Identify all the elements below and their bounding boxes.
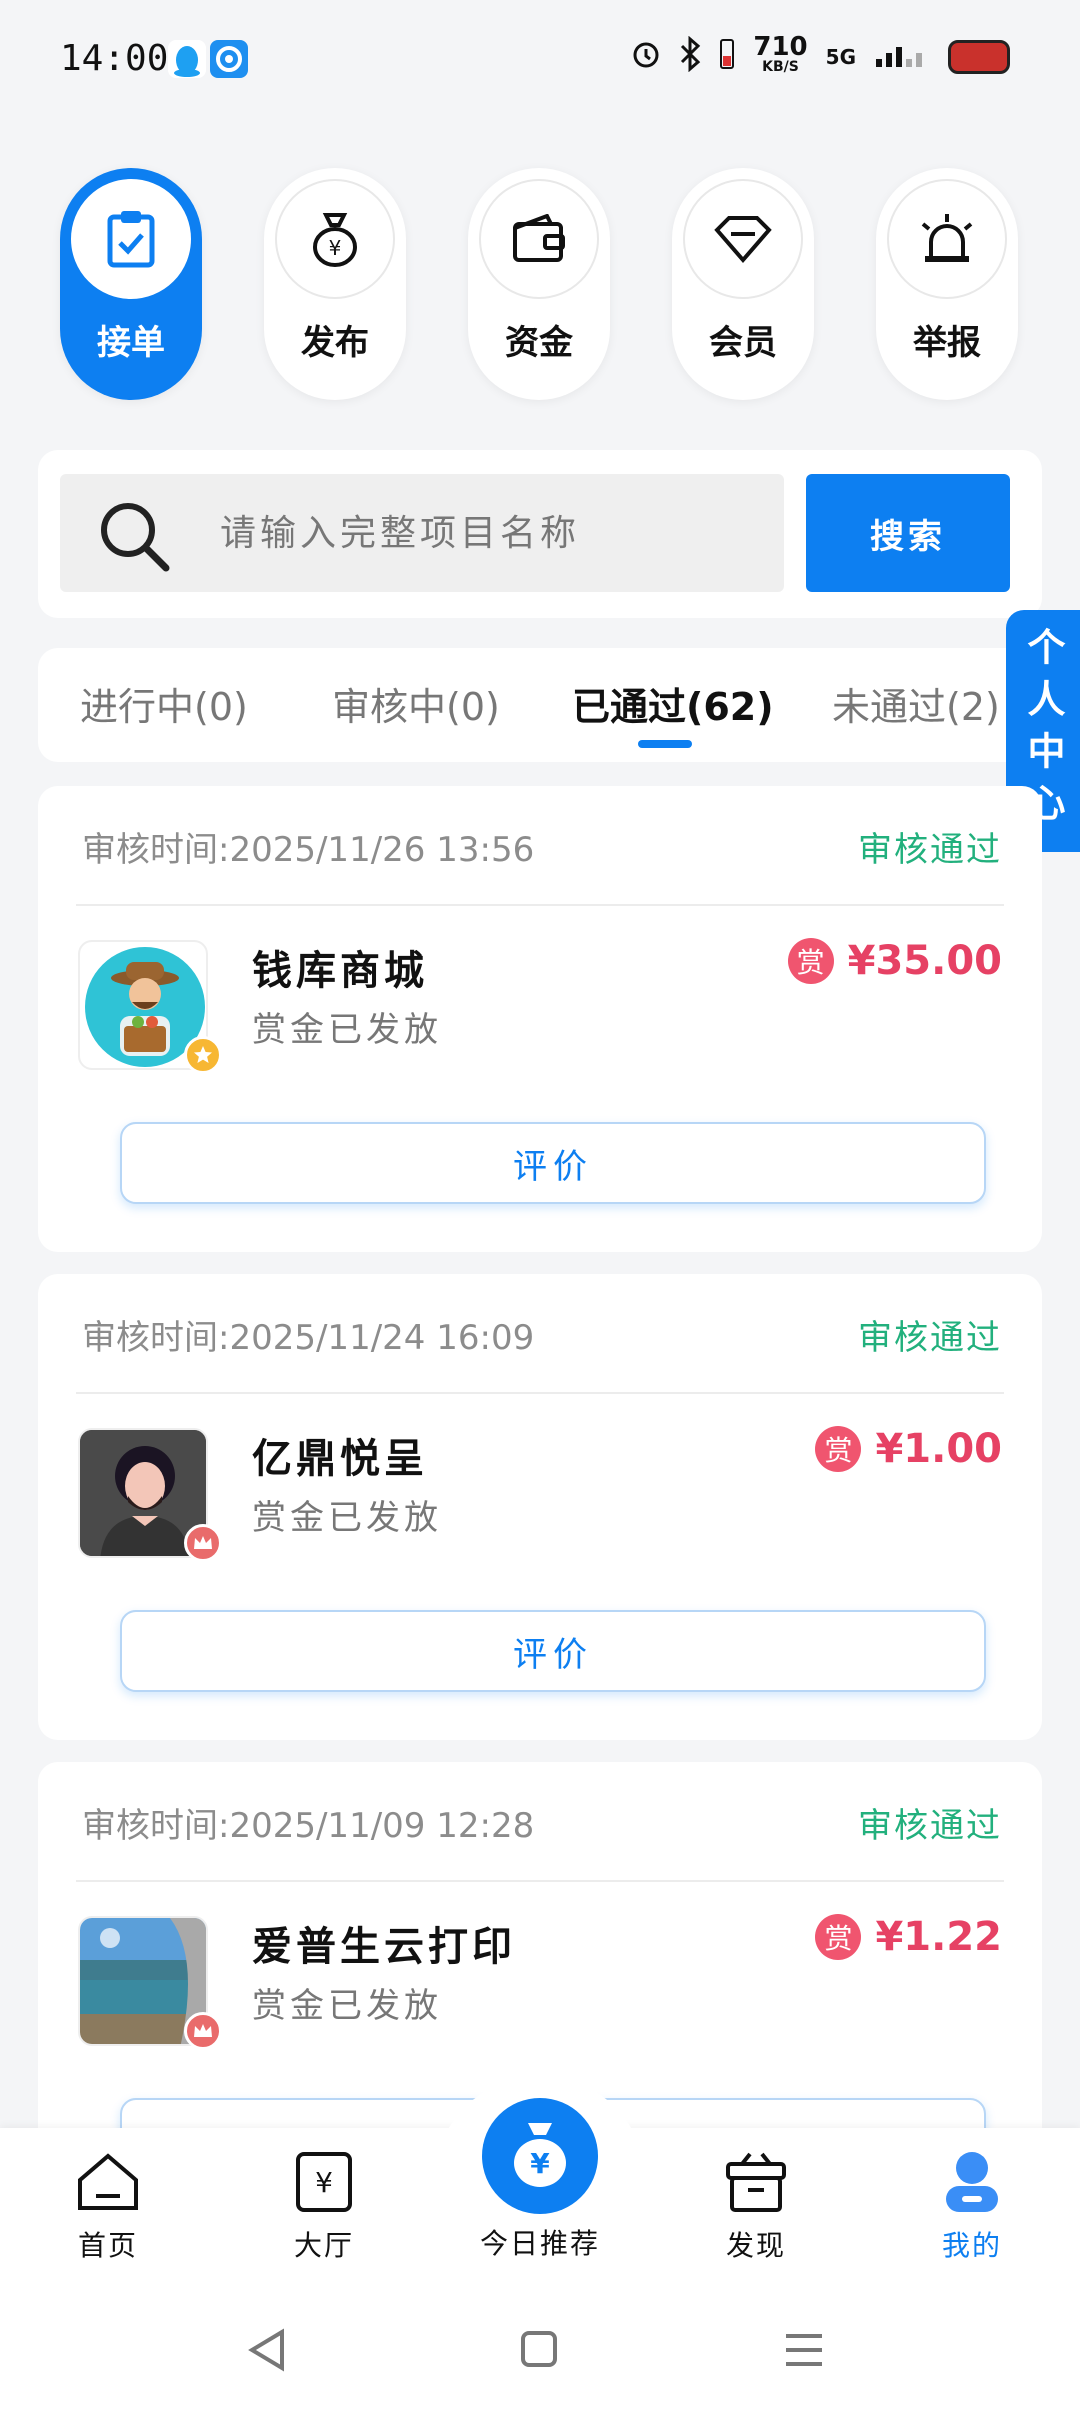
category-label: 会员	[709, 323, 777, 363]
today-recommend-button[interactable]: ¥	[482, 2098, 598, 2214]
money-bag-icon: ¥	[508, 2119, 572, 2193]
category-label: 发布	[301, 323, 369, 363]
reward: 赏 ¥1.00	[815, 1426, 1002, 1472]
battery-icon	[948, 40, 1010, 74]
home-square-icon[interactable]	[520, 2330, 558, 2372]
tab-approved[interactable]: 已通过(62)	[572, 676, 774, 731]
order-card: 审核时间:2025/11/26 13:56 审核通过 钱库商城 赏金已发放 赏 …	[38, 786, 1042, 1252]
project-title: 亿鼎悦呈	[252, 1436, 428, 1482]
user-icon	[940, 2152, 1004, 2218]
project-title: 爱普生云打印	[252, 1924, 516, 1970]
network-type: 5G	[825, 45, 856, 69]
divider	[76, 904, 1004, 906]
reward-badge: 赏	[815, 1426, 862, 1472]
net-speed: 710 KB/S	[753, 32, 808, 75]
sim-icon	[719, 36, 735, 78]
system-nav-bar	[0, 2282, 1080, 2412]
wallet-icon	[479, 179, 599, 299]
category-take-order[interactable]: 接单	[60, 168, 202, 400]
today-recommend-label: 今日推荐	[479, 2227, 600, 2260]
order-card: 审核时间:2025/11/24 16:09 审核通过 亿鼎悦呈 赏金已发放 赏 …	[38, 1274, 1042, 1740]
review-status: 审核通过	[858, 1318, 1002, 1358]
menu-icon[interactable]	[784, 2332, 824, 2372]
svg-text:¥: ¥	[329, 236, 342, 260]
reward-badge: 赏	[787, 938, 834, 984]
tab-reviewing[interactable]: 审核中(0)	[332, 676, 500, 731]
clipboard-check-icon	[71, 179, 191, 299]
browser-app-icon	[210, 40, 248, 78]
search-input[interactable]	[220, 504, 760, 562]
project-title: 钱库商城	[252, 948, 428, 994]
payout-status: 赏金已发放	[252, 1498, 442, 1538]
category-publish[interactable]: ¥ 发布	[264, 168, 406, 400]
crown-badge-icon	[184, 1524, 222, 1562]
alarm-light-icon	[887, 179, 1007, 299]
qq-app-icon	[168, 40, 206, 78]
tab-underline	[638, 740, 692, 748]
evaluate-button[interactable]: 评价	[120, 1610, 986, 1692]
status-icons: 710 KB/S 5G	[631, 32, 1010, 78]
diamond-icon	[683, 179, 803, 299]
category-funds[interactable]: 资金	[468, 168, 610, 400]
category-nav: 接单 ¥ 发布 资金 会员 举报	[60, 168, 1018, 402]
divider	[76, 1392, 1004, 1394]
nav-discover-label: 发现	[725, 2229, 786, 2262]
svg-text:¥: ¥	[530, 2147, 550, 2180]
bluetooth-icon	[679, 35, 701, 78]
status-time: 14:00	[60, 38, 169, 79]
nav-hall[interactable]: ¥ 大厅	[244, 2150, 404, 2264]
category-report[interactable]: 举报	[876, 168, 1018, 400]
nav-home-label: 首页	[77, 2229, 138, 2262]
money-bag-icon: ¥	[275, 179, 395, 299]
search-card: 搜索	[38, 450, 1042, 618]
tab-rejected[interactable]: 未通过(2)	[832, 676, 1000, 731]
back-icon[interactable]	[246, 2328, 286, 2376]
reward-amount: ¥1.00	[875, 1426, 1002, 1472]
nav-hall-label: 大厅	[293, 2229, 354, 2262]
reward: 赏 ¥35.00	[787, 938, 1002, 984]
category-label: 举报	[913, 323, 981, 363]
nav-discover[interactable]: 发现	[676, 2150, 836, 2264]
reward-badge: 赏	[815, 1914, 862, 1960]
nav-home[interactable]: 首页	[28, 2150, 188, 2264]
search-icon	[98, 500, 172, 578]
category-label: 资金	[505, 323, 573, 363]
payout-status: 赏金已发放	[252, 1010, 442, 1050]
divider	[76, 1880, 1004, 1882]
review-status: 审核通过	[858, 1806, 1002, 1846]
crown-badge-icon	[184, 2012, 222, 2050]
reward-amount: ¥35.00	[847, 938, 1002, 984]
search-button[interactable]: 搜索	[806, 474, 1010, 592]
nav-mine[interactable]: 我的	[892, 2150, 1052, 2264]
hall-icon: ¥	[292, 2152, 356, 2218]
review-status: 审核通过	[858, 830, 1002, 870]
review-time: 审核时间:2025/11/09 12:28	[82, 1806, 535, 1846]
svg-text:¥: ¥	[315, 2166, 333, 2199]
tab-in-progress[interactable]: 进行中(0)	[80, 676, 248, 731]
review-time: 审核时间:2025/11/26 13:56	[82, 830, 535, 870]
payout-status: 赏金已发放	[252, 1986, 442, 2026]
home-icon	[76, 2153, 140, 2218]
signal-icon	[874, 39, 930, 75]
search-box	[60, 474, 784, 592]
category-label: 接单	[97, 323, 165, 363]
category-member[interactable]: 会员	[672, 168, 814, 400]
status-tabs: 进行中(0) 审核中(0) 已通过(62) 未通过(2)	[38, 648, 1042, 762]
gift-box-icon	[722, 2152, 790, 2218]
alarm-icon	[631, 37, 661, 77]
status-bar: 14:00 710 KB/S 5G	[0, 0, 1080, 124]
nav-mine-label: 我的	[941, 2229, 1002, 2262]
star-badge-icon	[184, 1036, 222, 1074]
reward: 赏 ¥1.22	[815, 1914, 1002, 1960]
reward-amount: ¥1.22	[875, 1914, 1002, 1960]
review-time: 审核时间:2025/11/24 16:09	[82, 1318, 535, 1358]
evaluate-button[interactable]: 评价	[120, 1122, 986, 1204]
